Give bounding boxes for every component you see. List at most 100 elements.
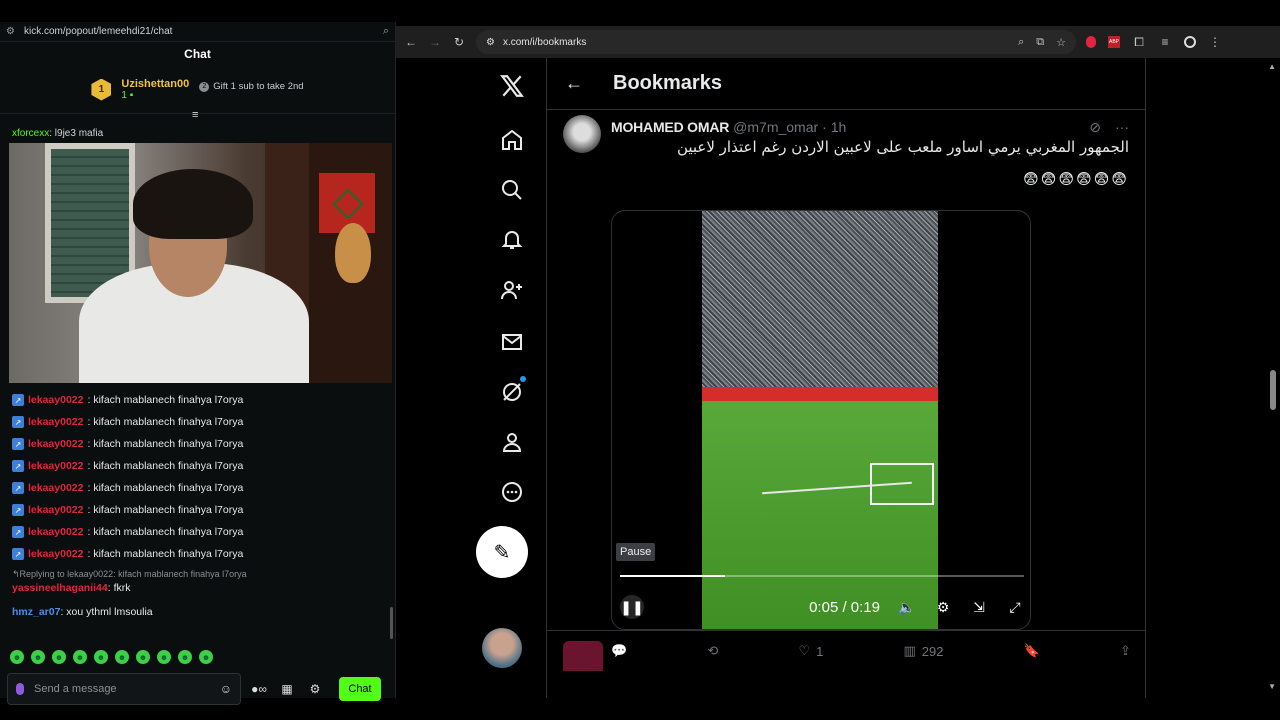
emote-icon[interactable]: ☻ [10, 650, 24, 664]
site-info-icon[interactable]: ⚙ [486, 37, 495, 48]
back-arrow-icon[interactable]: ← [404, 35, 418, 49]
subscriber-badge-icon: ↗ [12, 460, 24, 472]
chat-username[interactable]: lekaay0022 [28, 526, 83, 538]
chat-message: yassineelhaganii44: fkrk [12, 581, 392, 595]
emote-icon[interactable]: ☻ [157, 650, 171, 664]
emote-icon[interactable]: ☻ [73, 650, 87, 664]
menu-icon[interactable]: ⋮ [1208, 35, 1222, 49]
chat-message-input[interactable]: Send a message ☺ [7, 673, 241, 705]
chat-username[interactable]: lekaay0022 [28, 482, 83, 494]
kick-chat-window: ⚙ kick.com/popout/lemeehdi21/chat ⌕ Chat… [0, 22, 396, 705]
scroll-down-arrow-icon[interactable]: ▼ [1268, 682, 1276, 691]
chat-username[interactable]: lekaay0022 [28, 548, 83, 560]
adblock-icon[interactable]: ABP [1108, 36, 1120, 48]
chat-text: : kifach mablanech finahya l7orya [87, 482, 244, 494]
profile-person-icon[interactable] [490, 420, 534, 464]
chat-username[interactable]: lekaay0022 [28, 394, 83, 406]
timeline-header: ← Bookmarks [547, 58, 1145, 110]
address-bar-actions: ⌕ ⧉ ☆ [1018, 36, 1066, 49]
chat-username[interactable]: hmz_ar07 [12, 606, 60, 618]
gift-cta[interactable]: 2 Gift 1 sub to take 2nd [199, 81, 304, 92]
tweet-video-player[interactable]: Pause ❚❚ 0:05 / 0:19 🔈 ⚙ ⇲ ⤢ [611, 210, 1031, 630]
emote-icon[interactable]: ☻ [115, 650, 129, 664]
chat-text: : kifach mablanech finahya l7orya [87, 438, 244, 450]
chat-username[interactable]: lekaay0022 [28, 504, 83, 516]
back-arrow-icon[interactable]: ← [565, 73, 583, 94]
minimize-player-icon[interactable]: ⇲ [970, 599, 988, 616]
chat-scrollbar[interactable] [390, 607, 393, 639]
extension-icon[interactable] [1086, 36, 1096, 48]
emote-icon[interactable]: ☻ [136, 650, 150, 664]
settings-icon[interactable]: ⚙ [305, 682, 325, 696]
more-options-icon[interactable] [490, 470, 534, 514]
send-chat-button[interactable]: Chat [339, 677, 381, 701]
bookmark-star-icon[interactable]: ☆ [1056, 36, 1066, 49]
leader-name[interactable]: Uzishettan00 [121, 78, 189, 90]
notification-dot [520, 376, 526, 382]
compose-post-button[interactable]: ✎ [476, 526, 528, 578]
x-logo-icon[interactable] [490, 64, 534, 108]
collapse-icon[interactable]: ≡ [192, 109, 198, 121]
desktop: ⚙ kick.com/popout/lemeehdi21/chat ⌕ Chat… [0, 0, 1280, 720]
microphone-icon[interactable] [16, 683, 24, 695]
chat-username[interactable]: lekaay0022 [28, 416, 83, 428]
explore-search-icon[interactable] [490, 168, 534, 212]
emote-icon[interactable]: ☻ [178, 650, 192, 664]
chat-message: ↗ lekaay0022: kifach mablanech finahya l7… [12, 433, 392, 455]
zoom-icon[interactable]: ⌕ [383, 25, 389, 38]
account-avatar[interactable] [482, 628, 522, 668]
tweet-author-name[interactable]: MOHAMED OMAR [611, 119, 729, 135]
grok-icon[interactable] [490, 370, 534, 414]
tweet[interactable]: MOHAMED OMAR @m7m_omar · 1h ⊘ ··· الجمهو… [547, 110, 1145, 659]
subscriber-badge-icon: ↗ [12, 526, 24, 538]
chat-username[interactable]: lekaay0022 [28, 460, 83, 472]
chat-message-list: ↗ lekaay0022 : kifach mablanech finahya l7… [12, 389, 392, 623]
emoji-picker-icon[interactable]: ☺ [220, 682, 232, 696]
tweet-author-avatar[interactable] [563, 641, 603, 671]
chat-username[interactable]: lekaay0022 [28, 438, 83, 450]
leader-user[interactable]: Uzishettan00 1 ▪ [121, 78, 189, 101]
messages-envelope-icon[interactable] [490, 320, 534, 364]
grok-icon[interactable]: ⊘ [1089, 119, 1101, 136]
profile-icon[interactable] [1184, 36, 1196, 48]
site-info-icon[interactable]: ⚙ [6, 26, 18, 37]
chat-username[interactable]: xforcexx [12, 128, 49, 139]
subscriber-badge-icon: ↗ [12, 416, 24, 428]
gift-leaderboard: 1 Uzishettan00 1 ▪ 2 Gift 1 sub to take … [0, 66, 395, 121]
zoom-icon[interactable]: ⌕ [1018, 36, 1024, 49]
emote-icon[interactable]: ☻ [52, 650, 66, 664]
video-progress-bar[interactable] [620, 575, 1024, 577]
chat-text: : kifach mablanech finahya l7orya [87, 416, 244, 428]
follow-user-icon[interactable] [490, 268, 534, 312]
tweet-time[interactable]: · 1h [822, 119, 846, 135]
more-dots-icon[interactable]: ··· [1115, 119, 1129, 136]
address-bar[interactable]: ⚙ x.com/i/bookmarks ⌕ ⧉ ☆ [476, 30, 1076, 54]
notifications-bell-icon[interactable] [490, 218, 534, 262]
page-scrollbar[interactable] [1270, 370, 1276, 410]
install-app-icon[interactable]: ⧉ [1036, 36, 1044, 49]
chat-username[interactable]: yassineelhaganii44 [12, 582, 108, 594]
home-icon[interactable] [490, 118, 534, 162]
next-tweet-partial[interactable] [547, 630, 1145, 671]
extensions-puzzle-icon[interactable]: ⧠ [1132, 35, 1146, 50]
volume-icon[interactable]: 🔈 [898, 599, 916, 616]
video-crowd [702, 211, 938, 391]
tweet-author-handle[interactable]: @m7m_omar [733, 119, 818, 135]
tweet-author-avatar[interactable] [563, 115, 601, 153]
store-icon[interactable]: ▦ [277, 682, 297, 696]
reply-context[interactable]: ↰ Replying to lekaay0022: kifach mablane… [12, 567, 392, 581]
settings-gear-icon[interactable]: ⚙ [934, 599, 952, 616]
forward-arrow-icon[interactable]: → [428, 35, 442, 49]
scroll-up-arrow-icon[interactable]: ▲ [1268, 62, 1276, 71]
address-url[interactable]: x.com/i/bookmarks [503, 37, 586, 48]
chat-input-row: Send a message ☺ ●∞ ▦ ⚙ Chat [7, 673, 393, 705]
emote-icon[interactable]: ☻ [94, 650, 108, 664]
emote-icon[interactable]: ☻ [199, 650, 213, 664]
popout-url[interactable]: kick.com/popout/lemeehdi21/chat [24, 26, 172, 37]
kicks-icon[interactable]: ●∞ [249, 682, 269, 696]
emote-icon[interactable]: ☻ [31, 650, 45, 664]
reload-icon[interactable]: ↻ [452, 35, 466, 49]
fullscreen-icon[interactable]: ⤢ [1006, 599, 1024, 616]
pause-icon[interactable]: ❚❚ [620, 595, 644, 619]
tab-search-icon[interactable]: ≡ [1158, 35, 1172, 49]
